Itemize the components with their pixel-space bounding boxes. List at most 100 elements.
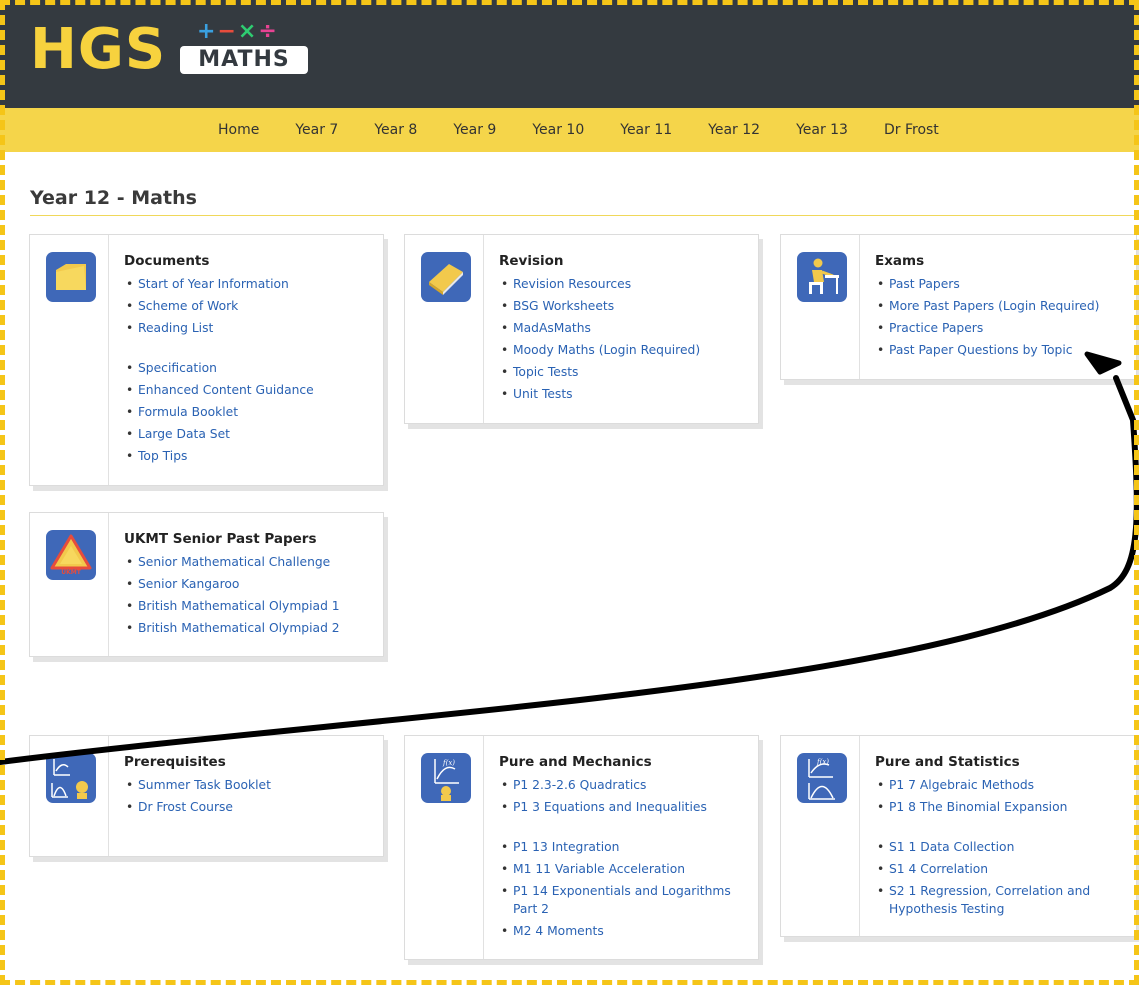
list-item: Large Data Set: [124, 425, 373, 443]
list-item: Specification: [124, 359, 373, 377]
card-prerequisites: Prerequisites Summer Task Booklet Dr Fros…: [29, 735, 384, 857]
resource-link[interactable]: S1 1 Data Collection: [889, 840, 1014, 854]
list-item: Revision Resources: [499, 275, 748, 293]
list-item: BSG Worksheets: [499, 297, 748, 315]
resource-link[interactable]: S1 4 Correlation: [889, 862, 988, 876]
resource-link[interactable]: Past Paper Questions by Topic: [889, 343, 1073, 357]
card-title: Revision: [499, 253, 564, 269]
resource-link[interactable]: S2 1 Regression, Correlation and Hypothe…: [889, 884, 1090, 916]
resource-link[interactable]: Past Papers: [889, 277, 960, 291]
resource-link[interactable]: Start of Year Information: [138, 277, 289, 291]
resource-link[interactable]: Unit Tests: [513, 387, 573, 401]
list-item: S1 4 Correlation: [875, 860, 1126, 878]
card-title: Pure and Statistics: [875, 754, 1020, 770]
list-item: Past Papers: [875, 275, 1126, 293]
resource-link[interactable]: Scheme of Work: [138, 299, 238, 313]
resource-link[interactable]: British Mathematical Olympiad 2: [138, 621, 340, 635]
svg-text:UKMT: UKMT: [61, 569, 81, 576]
resource-link[interactable]: P1 7 Algebraic Methods: [889, 778, 1034, 792]
resource-link[interactable]: M2 4 Moments: [513, 924, 604, 938]
card-pure-statistics: f(x) Pure and Statistics P1 7 Algebraic …: [780, 735, 1137, 937]
nav-item-year-9[interactable]: Year 9: [435, 108, 514, 152]
svg-text:f(x): f(x): [442, 759, 455, 767]
title-divider: [30, 215, 1136, 216]
resource-link[interactable]: BSG Worksheets: [513, 299, 614, 313]
nav-item-year-11[interactable]: Year 11: [602, 108, 690, 152]
minus-icon: −: [217, 19, 236, 44]
list-item: Summer Task Booklet: [124, 776, 373, 794]
folder-icon: [46, 252, 96, 302]
resource-link[interactable]: Revision Resources: [513, 277, 631, 291]
function-pulley-icon: f(x): [421, 753, 471, 803]
list-item: P1 14 Exponentials and Logarithms Part 2: [499, 882, 748, 918]
nav-item-year-8[interactable]: Year 8: [356, 108, 435, 152]
main-navbar: Home Year 7 Year 8 Year 9 Year 10 Year 11 Year…: [0, 108, 1139, 152]
resource-link[interactable]: P1 3 Equations and Inequalities: [513, 800, 707, 814]
card-title: Pure and Mechanics: [499, 754, 652, 770]
resource-link[interactable]: Summer Task Booklet: [138, 778, 271, 792]
resource-link[interactable]: More Past Papers (Login Required): [889, 299, 1099, 313]
card-title: UKMT Senior Past Papers: [124, 531, 317, 547]
list-item: Unit Tests: [499, 385, 748, 403]
resource-link[interactable]: P1 14 Exponentials and Logarithms Part 2: [513, 884, 731, 916]
list-item: Moody Maths (Login Required): [499, 341, 748, 359]
nav-item-year-12[interactable]: Year 12: [690, 108, 778, 152]
list-item: Senior Kangaroo: [124, 575, 373, 593]
list-item: Start of Year Information: [124, 275, 373, 293]
resource-link[interactable]: P1 8 The Binomial Expansion: [889, 800, 1067, 814]
nav-item-dr-frost[interactable]: Dr Frost: [866, 108, 957, 152]
list-item: Scheme of Work: [124, 297, 373, 315]
list-item: Top Tips: [124, 447, 373, 465]
list-item: P1 7 Algebraic Methods: [875, 776, 1126, 794]
resource-link[interactable]: Top Tips: [138, 449, 187, 463]
resource-link[interactable]: Practice Papers: [889, 321, 983, 335]
list-item: P1 13 Integration: [499, 838, 748, 856]
nav-item-year-10[interactable]: Year 10: [514, 108, 602, 152]
list-item: MadAsMaths: [499, 319, 748, 337]
card-revision: Revision Revision Resources BSG Worksheet…: [404, 234, 759, 424]
resource-link[interactable]: Senior Kangaroo: [138, 577, 239, 591]
resource-link[interactable]: British Mathematical Olympiad 1: [138, 599, 340, 613]
nav-item-home[interactable]: Home: [200, 108, 277, 152]
list-item: Enhanced Content Guidance: [124, 381, 373, 399]
resource-link[interactable]: P1 13 Integration: [513, 840, 619, 854]
card-title: Exams: [875, 253, 925, 269]
resource-link[interactable]: Senior Mathematical Challenge: [138, 555, 330, 569]
card-ukmt: UKMT UKMT Senior Past Papers Senior Math…: [29, 512, 384, 657]
resource-link[interactable]: M1 11 Variable Acceleration: [513, 862, 685, 876]
resource-link[interactable]: Enhanced Content Guidance: [138, 383, 314, 397]
resource-link[interactable]: Dr Frost Course: [138, 800, 233, 814]
divide-icon: ÷: [258, 19, 277, 44]
graph-pulley-icon: [46, 753, 96, 803]
list-item: Topic Tests: [499, 363, 748, 381]
card-exams: Exams Past Papers More Past Papers (Login…: [780, 234, 1137, 380]
plus-icon: +: [197, 19, 216, 44]
resource-link[interactable]: Formula Booklet: [138, 405, 238, 419]
logo-maths-badge: MATHS: [180, 46, 308, 74]
resource-link[interactable]: Moody Maths (Login Required): [513, 343, 700, 357]
nav-item-year-7[interactable]: Year 7: [277, 108, 356, 152]
list-item: More Past Papers (Login Required): [875, 297, 1126, 315]
card-title: Documents: [124, 253, 210, 269]
list-item: British Mathematical Olympiad 1: [124, 597, 373, 615]
nav-items: Home Year 7 Year 8 Year 9 Year 10 Year 11 Year…: [200, 108, 957, 152]
page-title: Year 12 - Maths: [30, 187, 197, 209]
list-item: British Mathematical Olympiad 2: [124, 619, 373, 637]
list-item: Senior Mathematical Challenge: [124, 553, 373, 571]
list-item: M1 11 Variable Acceleration: [499, 860, 748, 878]
resource-link[interactable]: Large Data Set: [138, 427, 230, 441]
list-item: P1 3 Equations and Inequalities: [499, 798, 748, 816]
site-header: HGS +−×÷ MATHS: [0, 0, 1139, 108]
list-item: S2 1 Regression, Correlation and Hypothe…: [875, 882, 1126, 918]
resource-link[interactable]: Topic Tests: [513, 365, 578, 379]
resource-link[interactable]: P1 2.3-2.6 Quadratics: [513, 778, 646, 792]
exam-desk-icon: [797, 252, 847, 302]
list-item: Reading List: [124, 319, 373, 337]
card-title: Prerequisites: [124, 754, 226, 770]
function-distribution-icon: f(x): [797, 753, 847, 803]
resource-link[interactable]: Specification: [138, 361, 217, 375]
list-item: Past Paper Questions by Topic: [875, 341, 1126, 359]
resource-link[interactable]: Reading List: [138, 321, 213, 335]
nav-item-year-13[interactable]: Year 13: [778, 108, 866, 152]
resource-link[interactable]: MadAsMaths: [513, 321, 591, 335]
